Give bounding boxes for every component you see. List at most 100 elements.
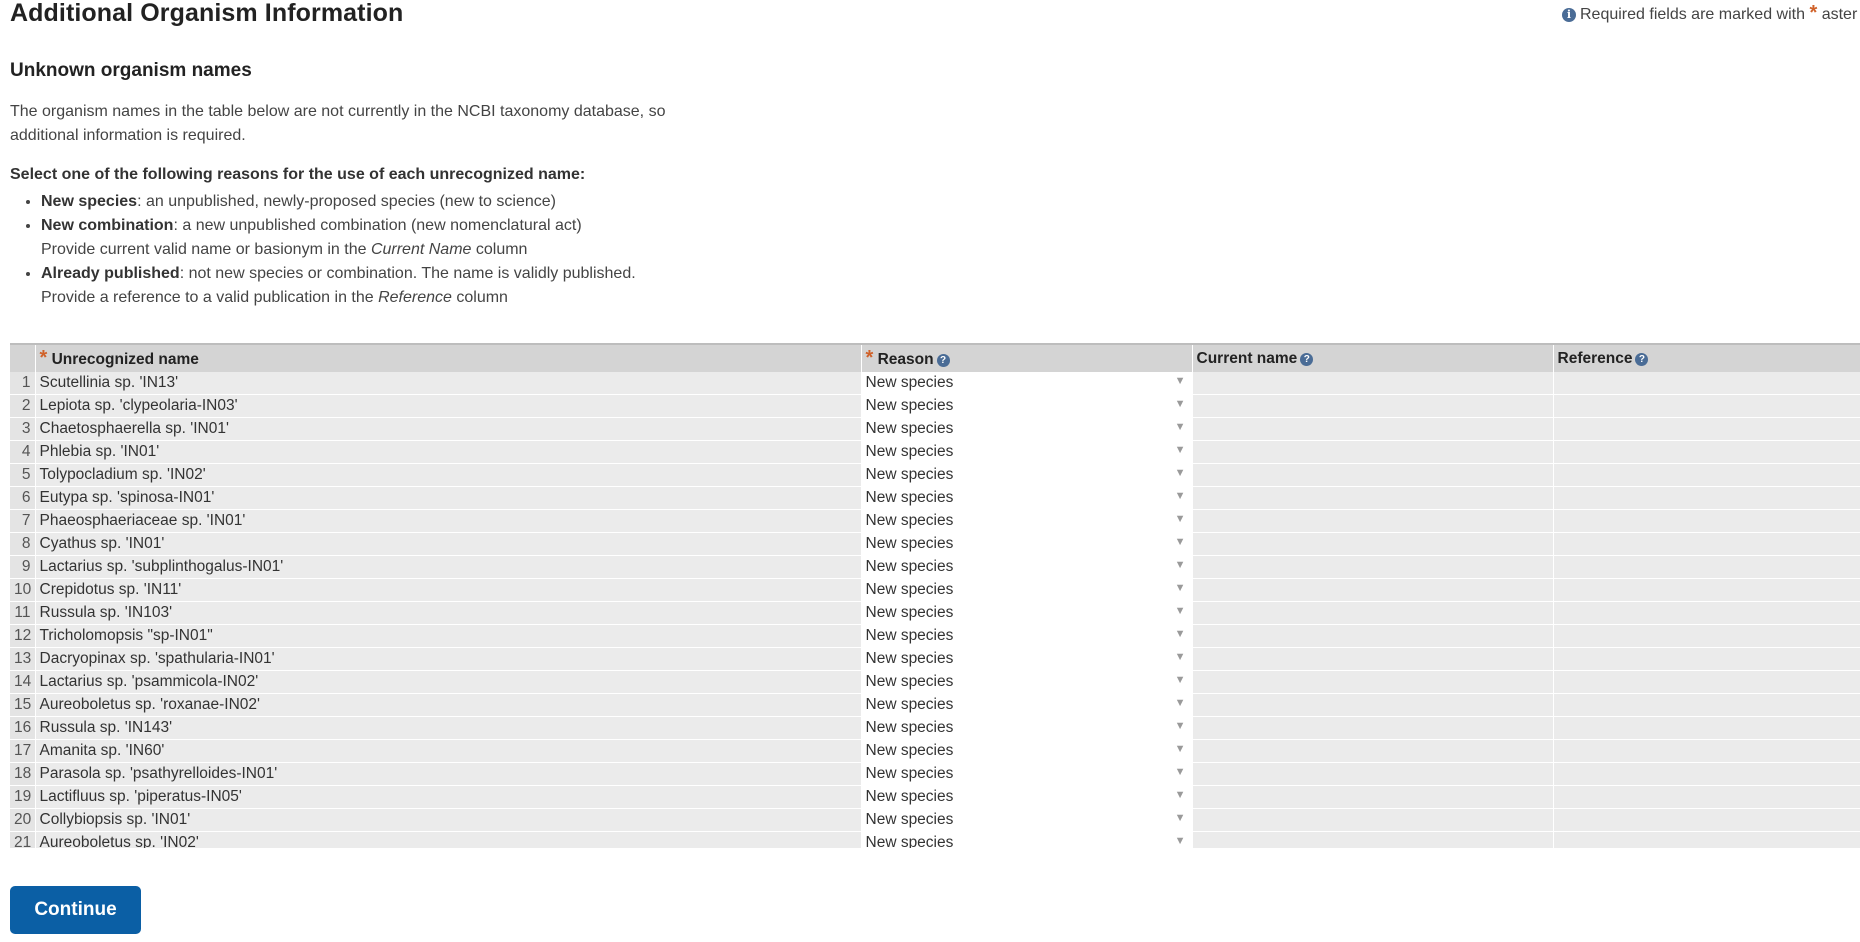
unrecognized-name-cell[interactable]: Tolypocladium sp. 'IN02' [35, 463, 862, 487]
dropdown-arrow-icon[interactable]: ▼ [1175, 835, 1186, 847]
current-name-cell[interactable] [1192, 808, 1554, 832]
reason-select[interactable]: New species ▼ [861, 693, 1193, 717]
unrecognized-name-cell[interactable]: Phlebia sp. 'IN01' [35, 440, 862, 464]
reference-cell[interactable] [1553, 739, 1860, 763]
dropdown-arrow-icon[interactable]: ▼ [1175, 513, 1186, 525]
dropdown-arrow-icon[interactable]: ▼ [1175, 582, 1186, 594]
help-icon[interactable]: ? [1635, 352, 1649, 366]
unrecognized-name-cell[interactable]: Phaeosphaeriaceae sp. 'IN01' [35, 509, 862, 533]
reason-select[interactable]: New species ▼ [861, 739, 1193, 763]
unrecognized-name-cell[interactable]: Lactifluus sp. 'piperatus-IN05' [35, 785, 862, 809]
dropdown-arrow-icon[interactable]: ▼ [1175, 743, 1186, 755]
dropdown-arrow-icon[interactable]: ▼ [1175, 421, 1186, 433]
unrecognized-name-cell[interactable]: Lactarius sp. 'psammicola-IN02' [35, 670, 862, 694]
reference-cell[interactable] [1553, 394, 1860, 418]
reference-cell[interactable] [1553, 555, 1860, 579]
reason-select[interactable]: New species ▼ [861, 417, 1193, 441]
unrecognized-name-cell[interactable]: Scutellinia sp. 'IN13' [35, 372, 862, 395]
dropdown-arrow-icon[interactable]: ▼ [1175, 766, 1186, 778]
dropdown-arrow-icon[interactable]: ▼ [1175, 720, 1186, 732]
unrecognized-name-cell[interactable]: Collybiopsis sp. 'IN01' [35, 808, 862, 832]
dropdown-arrow-icon[interactable]: ▼ [1175, 605, 1186, 617]
reason-select[interactable]: New species ▼ [861, 762, 1193, 786]
current-name-cell[interactable] [1192, 532, 1554, 556]
reference-cell[interactable] [1553, 693, 1860, 717]
current-name-cell[interactable] [1192, 578, 1554, 602]
reference-cell[interactable] [1553, 578, 1860, 602]
unrecognized-name-cell[interactable]: Dacryopinax sp. 'spathularia-IN01' [35, 647, 862, 671]
unrecognized-name-cell[interactable]: Parasola sp. 'psathyrelloides-IN01' [35, 762, 862, 786]
reference-cell[interactable] [1553, 670, 1860, 694]
unrecognized-name-cell[interactable]: Chaetosphaerella sp. 'IN01' [35, 417, 862, 441]
dropdown-arrow-icon[interactable]: ▼ [1175, 536, 1186, 548]
reason-select[interactable]: New species ▼ [861, 372, 1193, 395]
reference-cell[interactable] [1553, 808, 1860, 832]
reference-cell[interactable] [1553, 601, 1860, 625]
current-name-cell[interactable] [1192, 670, 1554, 694]
current-name-cell[interactable] [1192, 739, 1554, 763]
dropdown-arrow-icon[interactable]: ▼ [1175, 674, 1186, 686]
dropdown-arrow-icon[interactable]: ▼ [1175, 375, 1186, 387]
current-name-cell[interactable] [1192, 417, 1554, 441]
dropdown-arrow-icon[interactable]: ▼ [1175, 444, 1186, 456]
reference-cell[interactable] [1553, 440, 1860, 464]
unrecognized-name-cell[interactable]: Russula sp. 'IN103' [35, 601, 862, 625]
current-name-cell[interactable] [1192, 831, 1554, 848]
dropdown-arrow-icon[interactable]: ▼ [1175, 398, 1186, 410]
current-name-cell[interactable] [1192, 601, 1554, 625]
reason-select[interactable]: New species ▼ [861, 440, 1193, 464]
reference-cell[interactable] [1553, 647, 1860, 671]
reason-select[interactable]: New species ▼ [861, 624, 1193, 648]
reason-select[interactable]: New species ▼ [861, 601, 1193, 625]
reason-select[interactable]: New species ▼ [861, 486, 1193, 510]
reference-cell[interactable] [1553, 831, 1860, 848]
reference-cell[interactable] [1553, 762, 1860, 786]
reference-cell[interactable] [1553, 372, 1860, 395]
reason-select[interactable]: New species ▼ [861, 670, 1193, 694]
current-name-cell[interactable] [1192, 555, 1554, 579]
reason-select[interactable]: New species ▼ [861, 716, 1193, 740]
dropdown-arrow-icon[interactable]: ▼ [1175, 467, 1186, 479]
help-icon[interactable]: ? [936, 354, 950, 367]
unrecognized-name-cell[interactable]: Amanita sp. 'IN60' [35, 739, 862, 763]
unrecognized-name-cell[interactable]: Aureoboletus sp. 'IN02' [35, 831, 862, 848]
reason-select[interactable]: New species ▼ [861, 463, 1193, 487]
reason-select[interactable]: New species ▼ [861, 578, 1193, 602]
reason-select[interactable]: New species ▼ [861, 808, 1193, 832]
reference-cell[interactable] [1553, 785, 1860, 809]
reason-select[interactable]: New species ▼ [861, 509, 1193, 533]
current-name-cell[interactable] [1192, 440, 1554, 464]
reason-select[interactable]: New species ▼ [861, 831, 1193, 848]
reference-cell[interactable] [1553, 417, 1860, 441]
dropdown-arrow-icon[interactable]: ▼ [1175, 697, 1186, 709]
reference-cell[interactable] [1553, 624, 1860, 648]
reference-cell[interactable] [1553, 716, 1860, 740]
reference-cell[interactable] [1553, 532, 1860, 556]
current-name-cell[interactable] [1192, 509, 1554, 533]
current-name-cell[interactable] [1192, 624, 1554, 648]
dropdown-arrow-icon[interactable]: ▼ [1175, 628, 1186, 640]
current-name-cell[interactable] [1192, 463, 1554, 487]
unrecognized-name-cell[interactable]: Lepiota sp. 'clypeolaria-IN03' [35, 394, 862, 418]
dropdown-arrow-icon[interactable]: ▼ [1175, 651, 1186, 663]
current-name-cell[interactable] [1192, 716, 1554, 740]
current-name-cell[interactable] [1192, 394, 1554, 418]
current-name-cell[interactable] [1192, 486, 1554, 510]
reference-cell[interactable] [1553, 463, 1860, 487]
reference-cell[interactable] [1553, 509, 1860, 533]
reason-select[interactable]: New species ▼ [861, 555, 1193, 579]
reason-select[interactable]: New species ▼ [861, 785, 1193, 809]
dropdown-arrow-icon[interactable]: ▼ [1175, 789, 1186, 801]
reference-cell[interactable] [1553, 486, 1860, 510]
unrecognized-name-cell[interactable]: Lactarius sp. 'subplinthogalus-IN01' [35, 555, 862, 579]
unrecognized-name-cell[interactable]: Cyathus sp. 'IN01' [35, 532, 862, 556]
unrecognized-name-cell[interactable]: Aureoboletus sp. 'roxanae-IN02' [35, 693, 862, 717]
dropdown-arrow-icon[interactable]: ▼ [1175, 490, 1186, 502]
current-name-cell[interactable] [1192, 693, 1554, 717]
unrecognized-name-cell[interactable]: Crepidotus sp. 'IN11' [35, 578, 862, 602]
organism-grid[interactable]: * Unrecognized name * Reason? Current na… [10, 343, 1860, 848]
unrecognized-name-cell[interactable]: Russula sp. 'IN143' [35, 716, 862, 740]
current-name-cell[interactable] [1192, 647, 1554, 671]
unrecognized-name-cell[interactable]: Tricholomopsis "sp-IN01" [35, 624, 862, 648]
help-icon[interactable]: ? [1300, 352, 1314, 366]
